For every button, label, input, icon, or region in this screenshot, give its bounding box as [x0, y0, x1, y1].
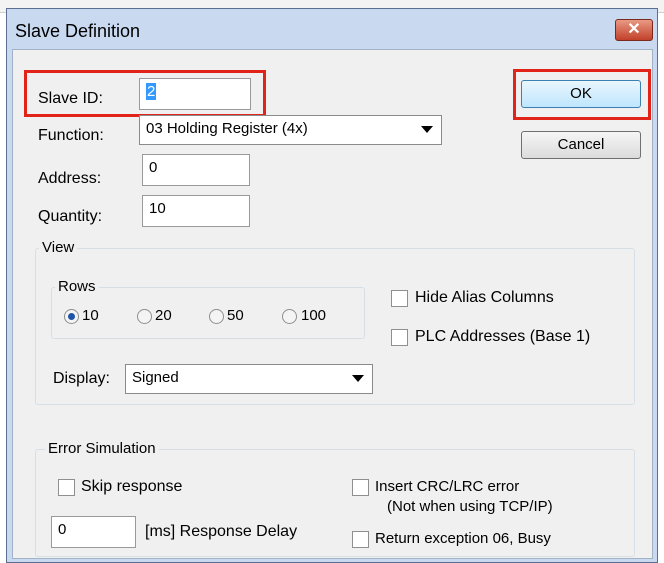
plc-addresses-checkbox[interactable]: [391, 329, 408, 346]
dialog-title: Slave Definition: [15, 21, 141, 41]
rows-radio-50[interactable]: [209, 309, 224, 324]
close-icon: ✕: [627, 21, 641, 38]
return-exception-checkbox[interactable]: [352, 531, 369, 548]
rows-radio-10[interactable]: [64, 309, 79, 324]
error-simulation-title: Error Simulation: [45, 440, 159, 457]
skip-response-checkbox[interactable]: [58, 479, 75, 496]
rows-radio-50-label: 50: [227, 307, 244, 324]
view-group-title: View: [39, 239, 78, 256]
rows-radio-10-label: 10: [82, 307, 99, 324]
rows-radio-100-label: 100: [301, 307, 327, 324]
chevron-down-icon: [352, 375, 364, 382]
rows-radio-100[interactable]: [282, 309, 297, 324]
address-input[interactable]: 0: [142, 154, 250, 186]
response-delay-input[interactable]: 0: [51, 516, 136, 548]
response-delay-label: [ms] Response Delay: [145, 523, 298, 540]
insert-crc-note: (Not when using TCP/IP): [387, 498, 553, 515]
insert-crc-checkbox[interactable]: [352, 479, 369, 496]
slave-id-highlight: [24, 70, 266, 117]
function-value: 03 Holding Register (4x): [146, 120, 308, 137]
skip-response-label: Skip response: [81, 478, 183, 495]
rows-radio-20[interactable]: [137, 309, 152, 324]
plc-addresses-label: PLC Addresses (Base 1): [415, 328, 591, 345]
display-value: Signed: [132, 369, 179, 386]
cancel-button[interactable]: Cancel: [521, 131, 641, 159]
insert-crc-label: Insert CRC/LRC error: [375, 478, 520, 495]
ok-highlight: [513, 69, 651, 120]
display-label: Display:: [53, 370, 110, 387]
address-label: Address:: [38, 170, 102, 187]
dialog-body: Slave ID: 2 Function: 03 Holding Registe…: [12, 49, 653, 559]
title-bar[interactable]: Slave Definition ✕: [7, 9, 657, 47]
hide-alias-columns-label: Hide Alias Columns: [415, 289, 554, 306]
address-value: 0: [149, 159, 158, 176]
chevron-down-icon: [421, 126, 433, 133]
hide-alias-columns-checkbox[interactable]: [391, 290, 408, 307]
rows-group-title: Rows: [55, 278, 99, 295]
display-select[interactable]: Signed: [125, 364, 373, 394]
return-exception-label: Return exception 06, Busy: [375, 530, 551, 547]
function-label: Function:: [38, 127, 104, 144]
quantity-value: 10: [149, 200, 166, 217]
rows-radio-20-label: 20: [155, 307, 172, 324]
quantity-input[interactable]: 10: [142, 195, 250, 227]
close-button[interactable]: ✕: [615, 19, 653, 41]
function-select[interactable]: 03 Holding Register (4x): [139, 115, 442, 145]
response-delay-value: 0: [58, 521, 67, 538]
slave-definition-dialog: Slave Definition ✕ Slave ID: 2 Function:…: [6, 8, 658, 563]
quantity-label: Quantity:: [38, 208, 103, 225]
